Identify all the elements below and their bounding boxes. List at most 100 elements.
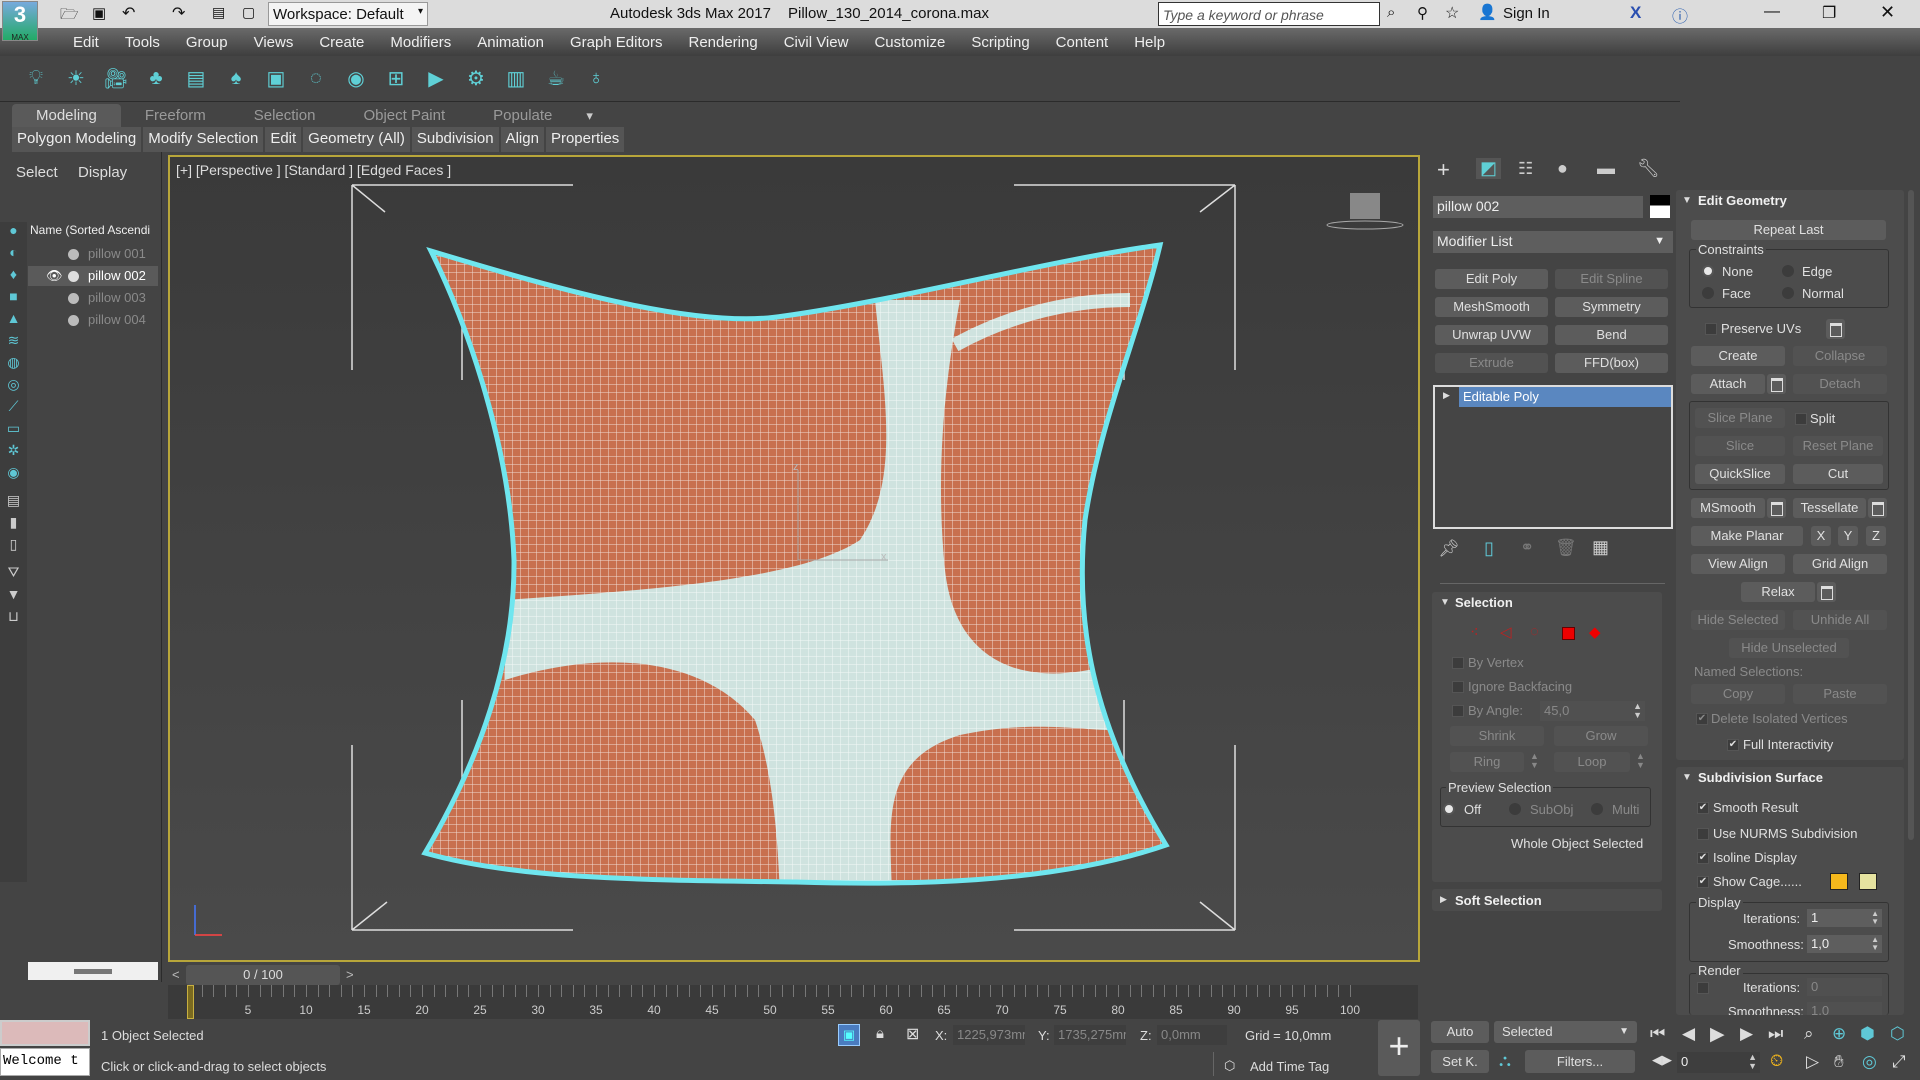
open-icon[interactable]: 🗁 [60,4,79,29]
minimize-icon[interactable]: — [1764,3,1780,21]
msmooth-button[interactable]: MSmooth [1691,498,1765,518]
prev-frame-icon[interactable]: < [172,967,180,982]
show-cage-checkbox[interactable]: ✔ [1697,876,1709,888]
key-filter-dropdown[interactable]: Selected ▼ [1494,1021,1637,1043]
viewport-perspective[interactable]: [+] [Perspective ] [Standard ] [Edged Fa… [168,155,1420,962]
create-button[interactable]: Create [1691,346,1785,366]
search-input[interactable]: Type a keyword or phrase [1158,2,1380,26]
rotate-icon[interactable]: ◌ [296,67,336,90]
preview-subobj-radio[interactable] [1509,803,1521,815]
play-icon[interactable]: ▶︎ [1710,1023,1725,1046]
zoom-extents-icon[interactable]: ⬢ [1860,1024,1875,1044]
display-tab-icon[interactable]: ▬ [1597,158,1615,179]
helper-filter-icon[interactable]: ▲ [0,310,27,332]
selection-rollout-title[interactable]: Selection [1455,595,1513,610]
tab-freeform[interactable]: Freeform [121,104,230,127]
polygon-mode-icon[interactable] [1562,627,1575,640]
menu-graph-editors[interactable]: Graph Editors [557,34,676,51]
msmooth-settings-button[interactable] [1767,498,1786,518]
save-icon[interactable]: ▣ [92,4,106,22]
hidden-filter-icon[interactable]: ◉ [0,464,27,486]
grid-align-button[interactable]: Grid Align [1793,554,1887,574]
xref-filter-icon[interactable]: ◎ [0,376,27,398]
tab-populate[interactable]: Populate [469,104,576,127]
geometry-filter-icon[interactable]: ● [0,222,27,244]
project-icon[interactable]: ▤ [212,4,225,21]
ribbon-options-icon[interactable]: ▾ [576,105,603,127]
planar-y-button[interactable]: Y [1838,526,1858,546]
stack-item-editable-poly[interactable]: Editable Poly [1459,387,1671,407]
frozen-filter-icon[interactable]: ✲ [0,442,27,464]
expand-triangle-icon[interactable]: ▶ [1443,390,1450,401]
shrink-button[interactable]: Shrink [1450,726,1544,746]
tab-selection[interactable]: Selection [230,104,340,127]
modifier-bend-button[interactable]: Bend [1555,325,1668,345]
show-end-result-icon[interactable]: ▯ [1484,538,1494,559]
scene-item[interactable]: pillow 004 [28,310,158,330]
current-frame-marker[interactable] [187,985,194,1019]
constraint-normal-radio[interactable] [1782,287,1794,299]
sheet-icon[interactable]: ▮ [0,514,27,536]
by-vertex-checkbox[interactable] [1452,657,1464,669]
sign-in-link[interactable]: Sign In [1503,5,1550,22]
full-interactivity-checkbox[interactable]: ✔ [1727,739,1739,751]
undo-icon[interactable]: ↶ [122,3,135,23]
modifier-meshsmooth-button[interactable]: MeshSmooth [1435,297,1548,317]
command-panel-scrollbar[interactable] [1908,190,1914,840]
next-frame-icon[interactable]: ▶︎ [1740,1024,1753,1044]
attach-settings-button[interactable] [1767,374,1786,394]
display-smoothness-spinner[interactable]: 1,0 ▲ ▼ [1807,935,1882,953]
panel-properties[interactable]: Properties [545,127,627,152]
preview-multi-radio[interactable] [1591,803,1603,815]
maxscript-mini-listener[interactable] [0,1020,90,1046]
by-angle-spinner[interactable]: 45,0 ▲ ▼ [1540,701,1645,721]
group-filter-icon[interactable]: ◍ [0,354,27,376]
modifier-extrude-button[interactable]: Extrude [1435,353,1548,373]
menu-scripting[interactable]: Scripting [958,34,1042,51]
hierarchy-tab-icon[interactable]: ☷ [1518,159,1533,179]
quickslice-button[interactable]: QuickSlice [1695,464,1785,484]
panel-align[interactable]: Align [500,127,546,152]
filter-icon[interactable]: ⛛ [0,564,27,586]
tab-modeling[interactable]: Modeling [12,104,121,127]
menu-modifiers[interactable]: Modifiers [377,34,464,51]
time-slider[interactable]: < 0 / 100 > [168,965,1418,985]
loop-button[interactable]: Loop [1554,752,1630,772]
ignore-backfacing-checkbox[interactable] [1452,681,1464,693]
trees-icon[interactable]: ♣ [136,67,176,90]
object-color-swatch[interactable] [1650,195,1670,218]
panel-modify-selection[interactable]: Modify Selection [143,127,266,152]
delete-isolated-checkbox[interactable]: ✔ [1696,713,1708,725]
menu-civil-view[interactable]: Civil View [771,34,862,51]
repeat-last-button[interactable]: Repeat Last [1691,220,1886,240]
menu-animation[interactable]: Animation [464,34,557,51]
pin-stack-icon[interactable]: 📌︎ [1438,539,1460,559]
bulb-off-icon[interactable]: ♁ [576,67,616,90]
transform-mode-icon[interactable]: ⊠ [906,1024,919,1044]
x-coordinate-field[interactable]: 1225,973mm [953,1025,1025,1045]
smooth-result-checkbox[interactable]: ✔ [1697,802,1709,814]
slice-plane-button[interactable]: Slice Plane [1695,408,1785,428]
light-filter-icon[interactable]: ♦ [0,266,27,288]
list-icon[interactable]: ▤ [176,66,216,91]
panel-divider[interactable] [1440,583,1665,584]
z-coordinate-field[interactable]: 0,0mm [1157,1025,1227,1045]
edge-mode-icon[interactable]: ◁ [1500,623,1512,641]
planar-z-button[interactable]: Z [1866,526,1886,546]
remove-modifier-icon[interactable]: 🗑︎ [1555,538,1577,558]
go-to-end-icon[interactable]: ⏭ [1768,1024,1783,1044]
utilities-tab-icon[interactable]: 🔧︎ [1637,158,1660,179]
relax-settings-button[interactable] [1817,582,1836,602]
time-configuration-icon[interactable]: ⏲ [1770,1051,1783,1071]
cut-button[interactable]: Cut [1793,464,1883,484]
next-frame-icon[interactable]: > [346,967,354,982]
explorer-scrollbar[interactable] [28,962,158,980]
previous-frame-icon[interactable]: ◀︎ [1682,1024,1695,1044]
panel-polygon-modeling[interactable]: Polygon Modeling [12,127,144,152]
motion-tab-icon[interactable]: ● [1557,158,1568,179]
menu-create[interactable]: Create [306,34,377,51]
help-icon[interactable]: ⓘ [1672,3,1688,27]
lock-icon[interactable]: 🔒︎ [876,1025,884,1042]
workspace-dropdown[interactable]: Workspace: Default ▾ [268,2,428,26]
scene-item[interactable]: 👁︎ pillow 002 [28,266,158,286]
